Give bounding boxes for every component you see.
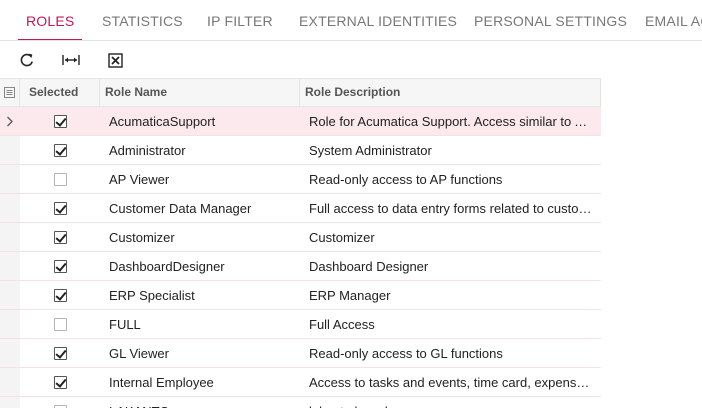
column-header-role-name[interactable]: Role Name bbox=[100, 79, 300, 107]
selected-cell bbox=[20, 281, 100, 309]
row-indicator[interactable] bbox=[0, 223, 20, 251]
role-name-cell[interactable]: Customer Data Manager bbox=[100, 194, 300, 222]
role-name-cell[interactable]: ERP Specialist bbox=[100, 281, 300, 309]
table-row[interactable]: AcumaticaSupport Role for Acumatica Suppo… bbox=[0, 107, 601, 136]
row-indicator[interactable] bbox=[0, 368, 20, 396]
selected-cell bbox=[20, 339, 100, 367]
toolbar bbox=[0, 41, 702, 78]
tab-email-accounts[interactable]: EMAIL AC bbox=[645, 0, 702, 40]
tab-statistics[interactable]: STATISTICS bbox=[102, 0, 183, 40]
tab-external-identities[interactable]: EXTERNAL IDENTITIES bbox=[299, 0, 457, 40]
column-header-role-description[interactable]: Role Description bbox=[300, 79, 601, 107]
grid-menu-icon bbox=[4, 87, 15, 98]
row-indicator[interactable] bbox=[0, 281, 20, 309]
table-row[interactable]: ERP Specialist ERP Manager bbox=[0, 281, 601, 310]
selected-checkbox[interactable] bbox=[53, 375, 67, 389]
role-name-cell[interactable]: AcumaticaSupport bbox=[100, 107, 300, 135]
tab-ip-filter[interactable]: IP FILTER bbox=[207, 0, 273, 40]
selected-checkbox[interactable] bbox=[53, 230, 67, 244]
role-description-cell[interactable]: Access to tasks and events, time card, e… bbox=[300, 368, 601, 396]
row-indicator[interactable] bbox=[0, 310, 20, 338]
selected-checkbox[interactable] bbox=[53, 114, 67, 128]
role-description-cell[interactable]: ERP Manager bbox=[300, 281, 601, 309]
role-description-cell[interactable]: Read-only access to AP functions bbox=[300, 165, 601, 193]
row-selector-header[interactable] bbox=[0, 79, 20, 107]
chevron-right-icon bbox=[7, 116, 13, 126]
table-row[interactable]: DashboardDesigner Dashboard Designer bbox=[0, 252, 601, 281]
table-row[interactable]: AP Viewer Read-only access to AP function… bbox=[0, 165, 601, 194]
selected-checkbox[interactable] bbox=[53, 259, 67, 273]
selected-checkbox[interactable] bbox=[53, 172, 67, 186]
role-description-cell[interactable]: Customizer bbox=[300, 223, 601, 251]
table-row[interactable]: Administrator System Administrator bbox=[0, 136, 601, 165]
role-description-cell[interactable]: Dashboard Designer bbox=[300, 252, 601, 280]
row-indicator[interactable] bbox=[0, 136, 20, 164]
fit-to-screen-icon bbox=[62, 55, 80, 65]
export-to-excel-button[interactable] bbox=[103, 49, 127, 71]
table-row[interactable]: GL Viewer Read-only access to GL function… bbox=[0, 339, 601, 368]
role-name-cell[interactable]: LAKANTO bbox=[100, 397, 300, 408]
table-row[interactable]: Customer Data Manager Full access to data… bbox=[0, 194, 601, 223]
selected-cell bbox=[20, 310, 100, 338]
selected-checkbox[interactable] bbox=[53, 346, 67, 360]
refresh-button[interactable] bbox=[15, 49, 39, 71]
row-indicator[interactable] bbox=[0, 397, 20, 408]
grid-header: Selected Role Name Role Description bbox=[0, 78, 601, 107]
export-to-excel-icon bbox=[107, 52, 123, 68]
selected-cell bbox=[20, 252, 100, 280]
role-name-cell[interactable]: Customizer bbox=[100, 223, 300, 251]
role-name-cell[interactable]: AP Viewer bbox=[100, 165, 300, 193]
grid-body: AcumaticaSupport Role for Acumatica Suppo… bbox=[0, 107, 601, 408]
row-indicator[interactable] bbox=[0, 107, 20, 135]
row-indicator[interactable] bbox=[0, 194, 20, 222]
role-description-cell[interactable]: Read-only access to GL functions bbox=[300, 339, 601, 367]
role-description-cell[interactable]: Role for Acumatica Support. Access simil… bbox=[300, 107, 601, 135]
selected-checkbox[interactable] bbox=[53, 143, 67, 157]
role-name-cell[interactable]: DashboardDesigner bbox=[100, 252, 300, 280]
selected-cell bbox=[20, 107, 100, 135]
selected-checkbox[interactable] bbox=[53, 404, 67, 408]
fit-to-screen-button[interactable] bbox=[59, 49, 83, 71]
table-row[interactable]: Customizer Customizer bbox=[0, 223, 601, 252]
refresh-icon bbox=[20, 53, 33, 67]
role-name-cell[interactable]: GL Viewer bbox=[100, 339, 300, 367]
table-row[interactable]: LAKANTOlakanto brand bbox=[0, 397, 601, 408]
table-row[interactable]: Internal Employee Access to tasks and eve… bbox=[0, 368, 601, 397]
selected-checkbox[interactable] bbox=[53, 317, 67, 331]
tab-roles[interactable]: ROLES bbox=[17, 0, 84, 40]
selected-cell bbox=[20, 165, 100, 193]
column-header-selected[interactable]: Selected bbox=[20, 79, 100, 107]
roles-grid: Selected Role Name Role Description Acum… bbox=[0, 78, 601, 408]
role-description-cell[interactable]: System Administrator bbox=[300, 136, 601, 164]
role-description-cell[interactable]: Full Access bbox=[300, 310, 601, 338]
selected-cell bbox=[20, 223, 100, 251]
role-description-cell[interactable]: Full access to data entry forms related … bbox=[300, 194, 601, 222]
selected-cell bbox=[20, 397, 100, 408]
selected-cell bbox=[20, 368, 100, 396]
role-description-cell[interactable]: lakanto brand bbox=[300, 397, 601, 408]
selected-checkbox[interactable] bbox=[53, 288, 67, 302]
tab-bar: ROLES STATISTICS IP FILTER EXTERNAL IDEN… bbox=[0, 0, 702, 41]
row-indicator[interactable] bbox=[0, 252, 20, 280]
tab-personal-settings[interactable]: PERSONAL SETTINGS bbox=[474, 0, 627, 40]
selected-cell bbox=[20, 136, 100, 164]
table-row[interactable]: FULL Full Access bbox=[0, 310, 601, 339]
row-indicator[interactable] bbox=[0, 165, 20, 193]
selected-checkbox[interactable] bbox=[53, 201, 67, 215]
row-indicator[interactable] bbox=[0, 339, 20, 367]
role-name-cell[interactable]: Administrator bbox=[100, 136, 300, 164]
role-name-cell[interactable]: Internal Employee bbox=[100, 368, 300, 396]
selected-cell bbox=[20, 194, 100, 222]
role-name-cell[interactable]: FULL bbox=[100, 310, 300, 338]
